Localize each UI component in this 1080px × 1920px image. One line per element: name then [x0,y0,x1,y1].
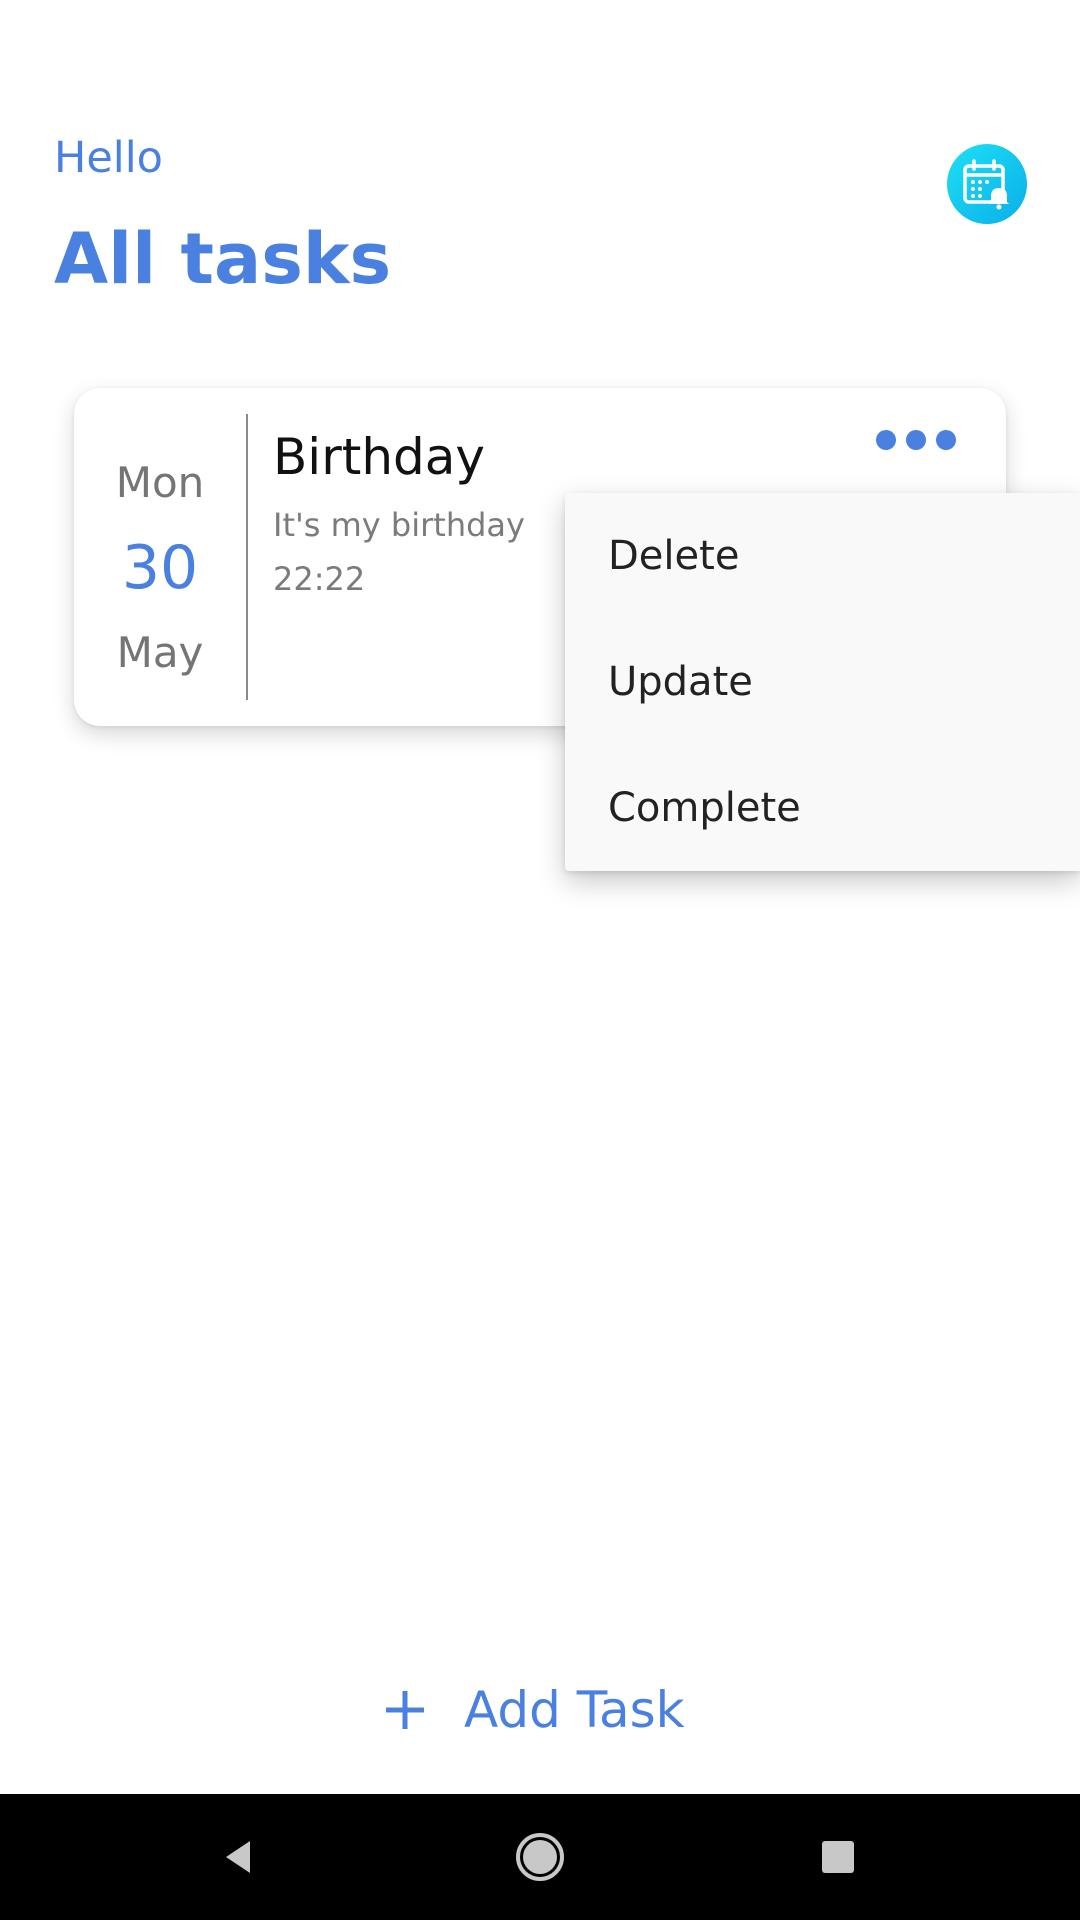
page-title: All tasks [54,218,392,300]
add-task-label: Add Task [464,1681,685,1739]
task-day-of-week: Mon [115,458,205,507]
more-options-button[interactable] [864,418,968,462]
menu-item-delete[interactable]: Delete [565,493,1080,619]
menu-item-update[interactable]: Update [565,619,1080,745]
greeting-text: Hello [54,133,163,183]
task-date: Mon 30 May [74,388,246,726]
task-day: 30 [121,533,199,603]
recents-button[interactable] [798,1820,878,1894]
recents-icon [822,1841,854,1873]
screen: Hello All tasks Mon 30 May Birthday It's… [0,0,1080,1920]
home-button[interactable] [500,1820,580,1894]
task-month: May [116,628,204,677]
task-time: 22:22 [273,560,366,598]
reminder-button[interactable] [947,144,1027,224]
card-divider [246,414,248,700]
menu-item-complete[interactable]: Complete [565,745,1080,871]
home-icon [516,1833,564,1881]
task-description: It's my birthday [273,506,525,544]
add-task-button[interactable]: Add Task [380,1670,685,1750]
back-button[interactable] [200,1820,280,1894]
back-icon [226,1841,250,1873]
system-navigation-bar [0,1794,1080,1920]
calendar-bell-icon [963,159,1009,210]
task-options-menu: Delete Update Complete [565,493,1080,871]
plus-icon [386,1691,424,1729]
task-title: Birthday [273,428,486,486]
more-horizontal-icon [876,430,956,450]
